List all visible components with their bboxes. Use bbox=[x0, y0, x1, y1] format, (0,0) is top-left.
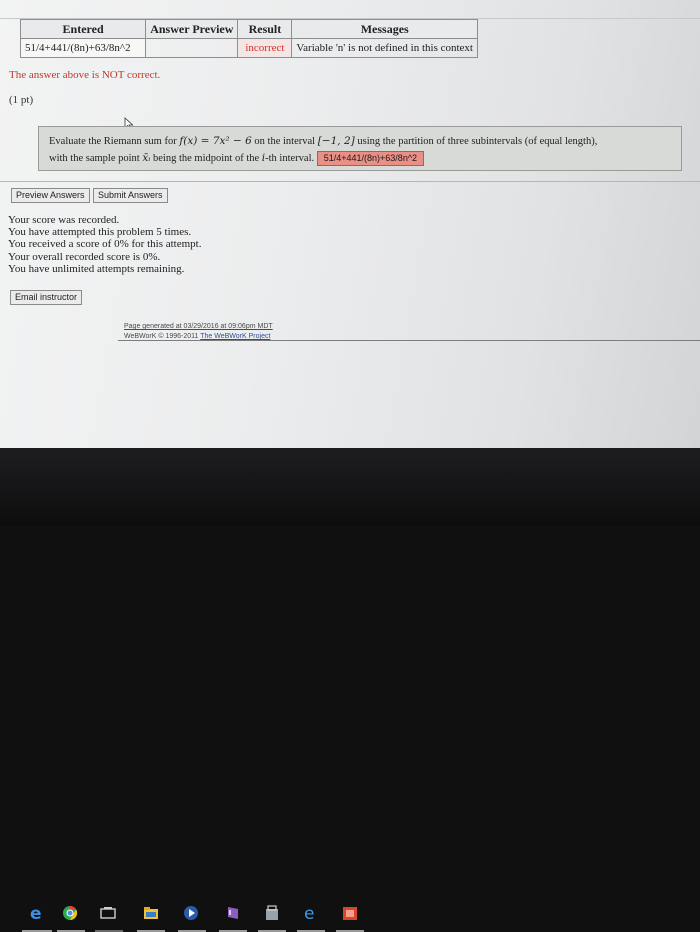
internet-explorer-icon[interactable]: e bbox=[28, 904, 44, 922]
remaining-attempts-line: You have unlimited attempts remaining. bbox=[8, 262, 185, 275]
top-strip bbox=[0, 0, 700, 19]
onenote-icon[interactable] bbox=[225, 904, 241, 922]
windows-taskbar: e e bbox=[0, 448, 700, 932]
chrome-icon[interactable] bbox=[62, 904, 78, 922]
problem-text-midpoint: being the midpoint of the bbox=[153, 153, 260, 164]
copyright-text: WeBWorK © 1996-2011 bbox=[124, 333, 199, 340]
media-player-icon[interactable] bbox=[183, 904, 199, 922]
task-view-icon[interactable] bbox=[100, 904, 116, 922]
score-recorded-line: Your score was recorded. bbox=[8, 214, 120, 226]
svg-text:e: e bbox=[30, 904, 42, 922]
entered-answer: 51/4+441/(8n)+63/8n^2 bbox=[19, 38, 147, 58]
problem-text-sample: with the sample point bbox=[49, 153, 140, 164]
score-summary: Your score was recorded. You have attemp… bbox=[8, 214, 201, 275]
attempts-line: You have attempted this problem 5 times. bbox=[8, 226, 192, 239]
header-entered: Entered bbox=[19, 19, 147, 39]
problem-text-th-interval: -th interval. bbox=[265, 153, 315, 164]
result-badge: incorrect bbox=[237, 38, 293, 58]
footer-divider bbox=[118, 340, 700, 341]
problem-line-2: with the sample point x̄ᵢ being the midp… bbox=[49, 150, 671, 167]
sample-point-symbol: x̄ᵢ bbox=[142, 152, 151, 164]
attempt-score-line: You received a score of 0% for this atte… bbox=[8, 238, 202, 251]
file-explorer-icon[interactable] bbox=[143, 904, 159, 922]
problem-statement: Evaluate the Riemann sum for f(x) = 7x² … bbox=[38, 126, 682, 171]
answer-table-header-row: Entered Answer Preview Result Messages bbox=[19, 19, 478, 39]
problem-text-partition: using the partition of three subinterval… bbox=[357, 136, 598, 147]
header-result: Result bbox=[237, 19, 293, 39]
page-footer: Page generated at 03/29/2016 at 09:06pm … bbox=[124, 322, 273, 342]
interval-expression: [−1, 2] bbox=[317, 135, 355, 147]
problem-text-interval: on the interval bbox=[254, 136, 316, 147]
problem-points: (1 pt) bbox=[9, 94, 34, 106]
answer-results-table: Entered Answer Preview Result Messages 5… bbox=[19, 19, 478, 58]
svg-text:e: e bbox=[304, 904, 314, 922]
webwork-project-link[interactable]: The WeBWorK Project bbox=[200, 333, 270, 340]
answer-table-row: 51/4+441/(8n)+63/8n^2 incorrect Variable… bbox=[19, 38, 478, 58]
answer-preview bbox=[145, 38, 239, 58]
problem-text-evaluate: Evaluate the Riemann sum for bbox=[49, 136, 177, 147]
store-icon[interactable] bbox=[264, 904, 280, 922]
result-message: Variable 'n' is not defined in this cont… bbox=[291, 38, 478, 58]
submit-answers-button[interactable]: Submit Answers bbox=[93, 188, 168, 203]
header-messages: Messages bbox=[291, 19, 478, 39]
answer-input[interactable]: 51/4+441/(8n)+63/8n^2 bbox=[316, 151, 425, 167]
overall-score-line: Your overall recorded score is 0%. bbox=[8, 250, 161, 263]
preview-answers-button[interactable]: Preview Answers bbox=[11, 188, 90, 203]
problem-line-1: Evaluate the Riemann sum for f(x) = 7x² … bbox=[49, 133, 671, 150]
email-instructor-button[interactable]: Email instructor bbox=[10, 290, 83, 305]
header-answer-preview: Answer Preview bbox=[145, 19, 239, 39]
function-expression: f(x) = 7x² − 6 bbox=[179, 135, 252, 147]
edge-icon[interactable]: e bbox=[303, 904, 319, 922]
office-icon[interactable] bbox=[342, 904, 358, 922]
answer-status-text: The answer above is NOT correct. bbox=[9, 69, 161, 81]
divider bbox=[0, 181, 700, 182]
page-generated-text: Page generated at 03/29/2016 at 09:06pm … bbox=[124, 323, 273, 330]
browser-viewport: Entered Answer Preview Result Messages 5… bbox=[0, 0, 700, 448]
